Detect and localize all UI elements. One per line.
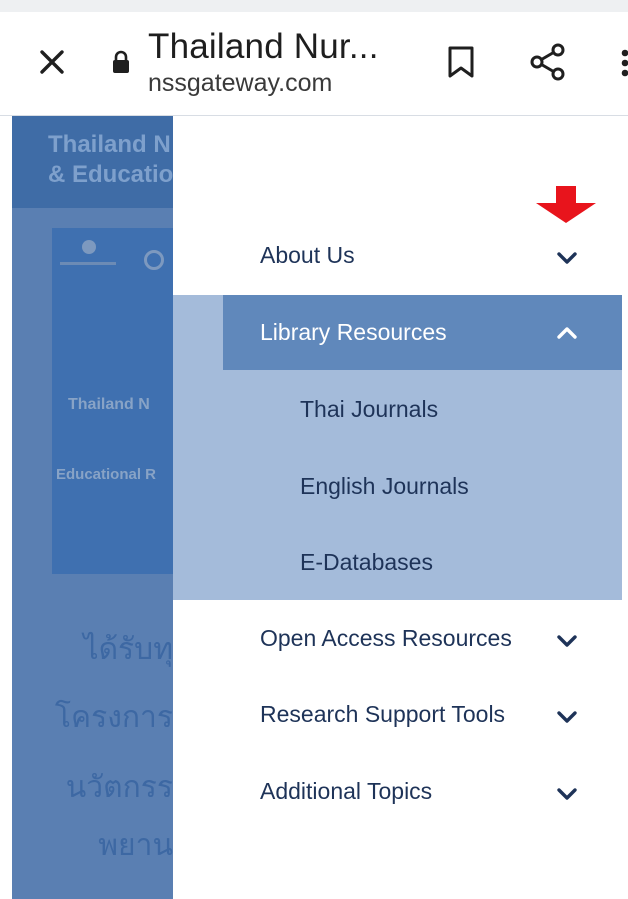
submenu-item-thai-journals[interactable]: Thai Journals xyxy=(300,396,438,423)
share-icon[interactable] xyxy=(528,42,568,82)
chevron-down-icon[interactable] xyxy=(554,249,580,267)
page-text-line: ได้รับทุ xyxy=(83,632,173,667)
menu-item-additional-topics[interactable]: Additional Topics xyxy=(260,778,432,805)
bookmark-icon[interactable] xyxy=(444,44,478,80)
chevron-down-icon[interactable] xyxy=(554,708,580,726)
banner-divider xyxy=(60,262,116,265)
page-title: Thailand Nur... xyxy=(148,27,379,66)
submenu-item-english-journals[interactable]: English Journals xyxy=(300,473,469,500)
chevron-up-icon[interactable] xyxy=(554,324,580,342)
menu-item-about-us[interactable]: About Us xyxy=(260,242,355,269)
submenu-library-resources: Library Resources Thai Journals English … xyxy=(173,295,622,600)
red-down-arrow-icon xyxy=(536,186,596,223)
page-text-line: โครงการ xyxy=(54,700,173,735)
chevron-down-icon[interactable] xyxy=(554,632,580,650)
site-header: Thailand N & Educatio xyxy=(12,116,173,208)
browser-toolbar: Thailand Nur... nssgateway.com xyxy=(0,0,628,116)
page-text-line: นวัตกรร xyxy=(65,770,173,805)
page-overlay[interactable]: Thailand N & Educatio Thailand N Educati… xyxy=(12,116,173,899)
navigation-drawer: About Us Library Resources Thai Journals… xyxy=(173,117,628,899)
logo-icon xyxy=(82,240,96,254)
page-text-line: พยาน xyxy=(98,828,173,863)
banner-text: Educational R xyxy=(56,466,157,483)
banner-text: Thailand N xyxy=(68,396,150,413)
logo-icon xyxy=(144,250,164,270)
lock-icon xyxy=(112,50,130,74)
chevron-down-icon[interactable] xyxy=(554,785,580,803)
close-icon[interactable] xyxy=(34,44,70,80)
site-banner: Thailand N Educational R xyxy=(52,228,173,574)
menu-item-research-support-tools[interactable]: Research Support Tools xyxy=(260,701,505,728)
submenu-item-e-databases[interactable]: E-Databases xyxy=(300,549,433,576)
more-vert-icon[interactable] xyxy=(614,44,628,80)
site-header-text: Thailand N & Educatio xyxy=(48,131,173,188)
status-bar-strip xyxy=(0,0,628,12)
menu-item-open-access-resources[interactable]: Open Access Resources xyxy=(260,625,512,652)
menu-item-label[interactable]: Library Resources xyxy=(260,319,447,346)
page-url: nssgateway.com xyxy=(148,69,333,97)
